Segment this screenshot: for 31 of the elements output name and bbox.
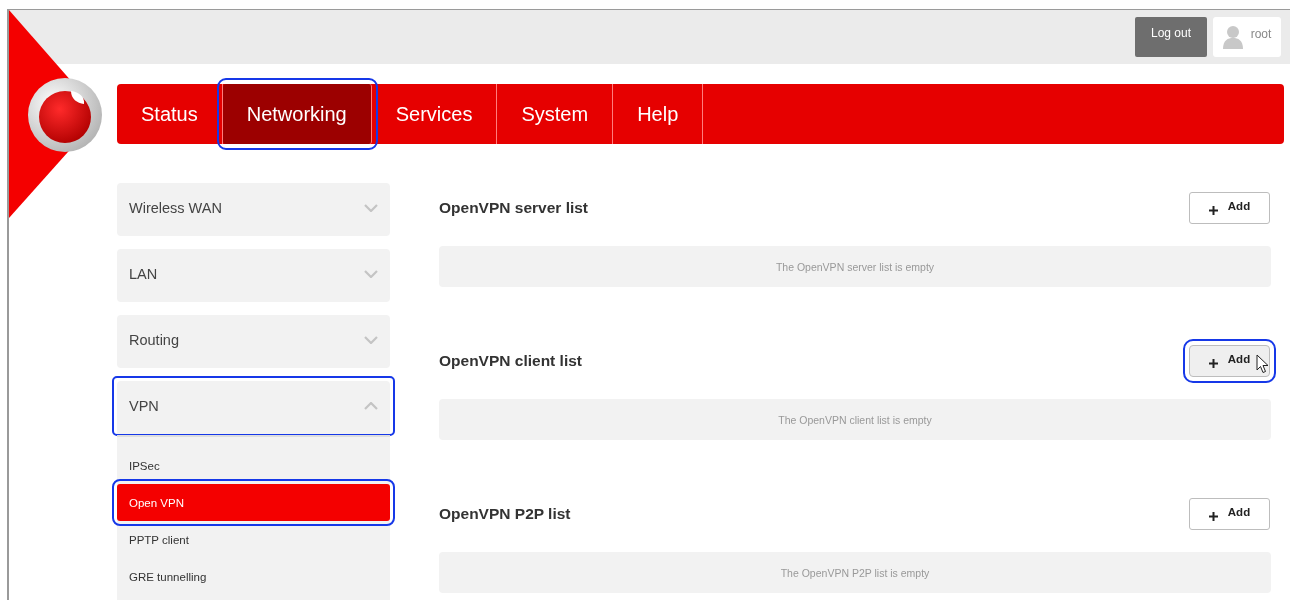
submenu-item[interactable]: PPTP client [117,521,390,558]
plus-icon [1208,205,1218,215]
add-button[interactable]: Add [1189,498,1270,530]
user-name: root [1250,27,1272,41]
chevron-down-icon [364,335,378,344]
nav-tab[interactable]: System [497,84,614,144]
chevron-up-icon [364,402,378,410]
plus-icon [1208,358,1218,368]
empty-list-message: The OpenVPN server list is empty [439,246,1271,287]
chevron-down-icon [364,269,378,278]
logout-button[interactable]: Log out [1135,17,1207,57]
sidebar-item[interactable]: LAN [112,244,395,303]
submenu-item[interactable]: GRE tunnelling [117,558,390,595]
nav-tab[interactable]: Services [371,84,498,144]
plus-icon [1208,511,1218,521]
sidebar-item[interactable]: Routing [112,310,395,369]
sidebar-item[interactable]: Wireless WAN [112,178,395,237]
empty-list-message: The OpenVPN client list is empty [439,399,1271,440]
add-button[interactable]: Add [1189,192,1270,224]
sidebar-item[interactable]: VPN [112,376,395,436]
section-title: OpenVPN server list [439,199,589,217]
submenu-item[interactable]: IPSec [117,447,390,484]
user-icon [1222,25,1243,49]
cursor-icon [1256,354,1269,374]
logo-icon [27,77,103,153]
section-title: OpenVPN client list [439,352,582,370]
chevron-down-icon [364,203,378,212]
user-badge[interactable]: root [1213,17,1281,57]
empty-list-message: The OpenVPN P2P list is empty [439,552,1271,593]
nav-tab[interactable]: Help [613,84,704,144]
section-title: OpenVPN P2P list [439,505,571,523]
